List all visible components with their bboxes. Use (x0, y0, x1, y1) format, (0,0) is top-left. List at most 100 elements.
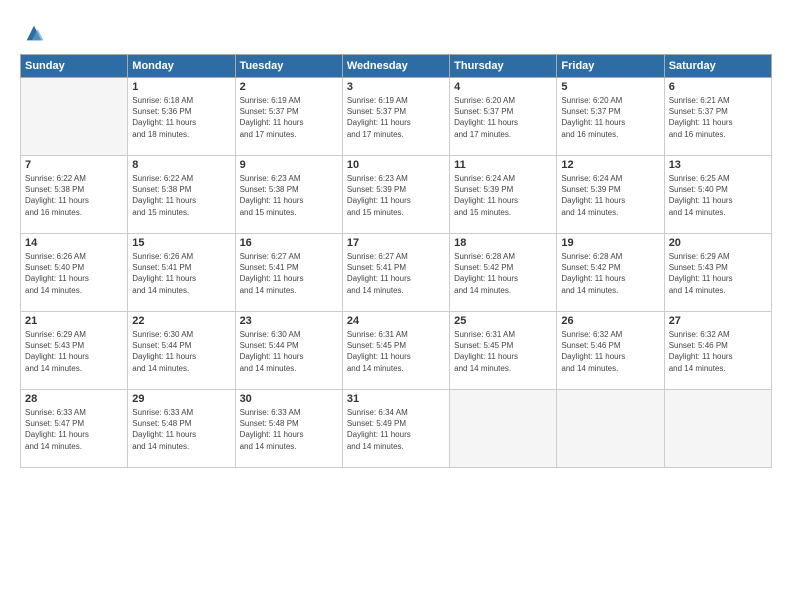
day-number: 22 (132, 315, 230, 327)
calendar-cell: 31 Sunrise: 6:34 AM Sunset: 5:49 PM Dayli… (342, 390, 449, 468)
calendar-cell: 12 Sunrise: 6:24 AM Sunset: 5:39 PM Dayli… (557, 156, 664, 234)
weekday-header-tuesday: Tuesday (235, 55, 342, 78)
day-info: Sunrise: 6:24 AM Sunset: 5:39 PM Dayligh… (454, 173, 552, 218)
day-info: Sunrise: 6:28 AM Sunset: 5:42 PM Dayligh… (454, 251, 552, 296)
day-number: 18 (454, 237, 552, 249)
day-info: Sunrise: 6:33 AM Sunset: 5:48 PM Dayligh… (240, 407, 338, 452)
calendar-cell: 29Sunrise: 6:33 AM Sunset: 5:48 PM Dayli… (128, 390, 235, 468)
calendar-cell: 21 Sunrise: 6:29 AM Sunset: 5:43 PM Dayli… (21, 312, 128, 390)
calendar-cell: 4Sunrise: 6:20 AM Sunset: 5:37 PM Daylig… (450, 78, 557, 156)
weekday-header-monday: Monday (128, 55, 235, 78)
day-info: Sunrise: 6:29 AM Sunset: 5:43 PM Dayligh… (25, 329, 123, 374)
day-number: 20 (669, 237, 767, 249)
day-number: 9 (240, 159, 338, 171)
day-number: 10 (347, 159, 445, 171)
day-number: 15 (132, 237, 230, 249)
day-number: 21 (25, 315, 123, 327)
day-number: 23 (240, 315, 338, 327)
weekday-header-saturday: Saturday (664, 55, 771, 78)
day-number: 3 (347, 81, 445, 93)
header (20, 18, 772, 44)
day-number: 11 (454, 159, 552, 171)
day-number: 4 (454, 81, 552, 93)
weekday-header-row: SundayMondayTuesdayWednesdayThursdayFrid… (21, 55, 772, 78)
day-info: Sunrise: 6:26 AM Sunset: 5:40 PM Dayligh… (25, 251, 123, 296)
logo (20, 22, 45, 44)
calendar-cell: 6 Sunrise: 6:21 AM Sunset: 5:37 PM Daylig… (664, 78, 771, 156)
calendar-cell: 3 Sunrise: 6:19 AM Sunset: 5:37 PM Daylig… (342, 78, 449, 156)
weekday-header-thursday: Thursday (450, 55, 557, 78)
week-row-4: 21 Sunrise: 6:29 AM Sunset: 5:43 PM Dayli… (21, 312, 772, 390)
day-info: Sunrise: 6:31 AM Sunset: 5:45 PM Dayligh… (454, 329, 552, 374)
day-number: 17 (347, 237, 445, 249)
weekday-header-friday: Friday (557, 55, 664, 78)
day-info: Sunrise: 6:27 AM Sunset: 5:41 PM Dayligh… (240, 251, 338, 296)
calendar-cell: 11 Sunrise: 6:24 AM Sunset: 5:39 PM Dayli… (450, 156, 557, 234)
calendar-cell (21, 78, 128, 156)
week-row-2: 7 Sunrise: 6:22 AM Sunset: 5:38 PM Daylig… (21, 156, 772, 234)
day-info: Sunrise: 6:20 AM Sunset: 5:37 PM Dayligh… (561, 95, 659, 140)
day-info: Sunrise: 6:30 AM Sunset: 5:44 PM Dayligh… (240, 329, 338, 374)
week-row-5: 28Sunrise: 6:33 AM Sunset: 5:47 PM Dayli… (21, 390, 772, 468)
calendar-cell: 25 Sunrise: 6:31 AM Sunset: 5:45 PM Dayli… (450, 312, 557, 390)
day-number: 26 (561, 315, 659, 327)
week-row-3: 14 Sunrise: 6:26 AM Sunset: 5:40 PM Dayli… (21, 234, 772, 312)
calendar-cell: 10Sunrise: 6:23 AM Sunset: 5:39 PM Dayli… (342, 156, 449, 234)
day-number: 5 (561, 81, 659, 93)
day-info: Sunrise: 6:33 AM Sunset: 5:47 PM Dayligh… (25, 407, 123, 452)
calendar-cell: 5 Sunrise: 6:20 AM Sunset: 5:37 PM Daylig… (557, 78, 664, 156)
day-number: 1 (132, 81, 230, 93)
week-row-1: 1 Sunrise: 6:18 AM Sunset: 5:36 PM Daylig… (21, 78, 772, 156)
day-info: Sunrise: 6:32 AM Sunset: 5:46 PM Dayligh… (561, 329, 659, 374)
day-info: Sunrise: 6:25 AM Sunset: 5:40 PM Dayligh… (669, 173, 767, 218)
logo-icon (23, 22, 45, 44)
day-number: 16 (240, 237, 338, 249)
day-info: Sunrise: 6:30 AM Sunset: 5:44 PM Dayligh… (132, 329, 230, 374)
calendar-cell (664, 390, 771, 468)
calendar-cell (450, 390, 557, 468)
day-info: Sunrise: 6:29 AM Sunset: 5:43 PM Dayligh… (669, 251, 767, 296)
calendar-cell: 28Sunrise: 6:33 AM Sunset: 5:47 PM Dayli… (21, 390, 128, 468)
day-number: 12 (561, 159, 659, 171)
day-info: Sunrise: 6:18 AM Sunset: 5:36 PM Dayligh… (132, 95, 230, 140)
day-info: Sunrise: 6:33 AM Sunset: 5:48 PM Dayligh… (132, 407, 230, 452)
calendar-cell: 27 Sunrise: 6:32 AM Sunset: 5:46 PM Dayli… (664, 312, 771, 390)
day-info: Sunrise: 6:28 AM Sunset: 5:42 PM Dayligh… (561, 251, 659, 296)
calendar-cell: 16 Sunrise: 6:27 AM Sunset: 5:41 PM Dayli… (235, 234, 342, 312)
day-info: Sunrise: 6:23 AM Sunset: 5:38 PM Dayligh… (240, 173, 338, 218)
day-number: 7 (25, 159, 123, 171)
day-info: Sunrise: 6:19 AM Sunset: 5:37 PM Dayligh… (240, 95, 338, 140)
day-info: Sunrise: 6:26 AM Sunset: 5:41 PM Dayligh… (132, 251, 230, 296)
calendar-cell: 22 Sunrise: 6:30 AM Sunset: 5:44 PM Dayli… (128, 312, 235, 390)
day-number: 27 (669, 315, 767, 327)
day-number: 19 (561, 237, 659, 249)
calendar-cell: 9 Sunrise: 6:23 AM Sunset: 5:38 PM Daylig… (235, 156, 342, 234)
day-number: 13 (669, 159, 767, 171)
day-info: Sunrise: 6:22 AM Sunset: 5:38 PM Dayligh… (132, 173, 230, 218)
calendar-cell: 17 Sunrise: 6:27 AM Sunset: 5:41 PM Dayli… (342, 234, 449, 312)
calendar-cell: 30 Sunrise: 6:33 AM Sunset: 5:48 PM Dayli… (235, 390, 342, 468)
calendar-cell: 18 Sunrise: 6:28 AM Sunset: 5:42 PM Dayli… (450, 234, 557, 312)
day-number: 31 (347, 393, 445, 405)
day-info: Sunrise: 6:27 AM Sunset: 5:41 PM Dayligh… (347, 251, 445, 296)
day-number: 14 (25, 237, 123, 249)
page: SundayMondayTuesdayWednesdayThursdayFrid… (0, 0, 792, 612)
day-info: Sunrise: 6:32 AM Sunset: 5:46 PM Dayligh… (669, 329, 767, 374)
day-info: Sunrise: 6:21 AM Sunset: 5:37 PM Dayligh… (669, 95, 767, 140)
day-info: Sunrise: 6:24 AM Sunset: 5:39 PM Dayligh… (561, 173, 659, 218)
calendar-cell: 7 Sunrise: 6:22 AM Sunset: 5:38 PM Daylig… (21, 156, 128, 234)
calendar-table: SundayMondayTuesdayWednesdayThursdayFrid… (20, 54, 772, 468)
day-info: Sunrise: 6:22 AM Sunset: 5:38 PM Dayligh… (25, 173, 123, 218)
calendar-cell: 8Sunrise: 6:22 AM Sunset: 5:38 PM Daylig… (128, 156, 235, 234)
day-number: 30 (240, 393, 338, 405)
day-number: 25 (454, 315, 552, 327)
day-number: 6 (669, 81, 767, 93)
day-info: Sunrise: 6:34 AM Sunset: 5:49 PM Dayligh… (347, 407, 445, 452)
day-info: Sunrise: 6:31 AM Sunset: 5:45 PM Dayligh… (347, 329, 445, 374)
day-info: Sunrise: 6:19 AM Sunset: 5:37 PM Dayligh… (347, 95, 445, 140)
calendar-cell: 2Sunrise: 6:19 AM Sunset: 5:37 PM Daylig… (235, 78, 342, 156)
calendar-cell: 20 Sunrise: 6:29 AM Sunset: 5:43 PM Dayli… (664, 234, 771, 312)
calendar-cell: 15 Sunrise: 6:26 AM Sunset: 5:41 PM Dayli… (128, 234, 235, 312)
calendar-cell: 13 Sunrise: 6:25 AM Sunset: 5:40 PM Dayli… (664, 156, 771, 234)
calendar-cell: 14 Sunrise: 6:26 AM Sunset: 5:40 PM Dayli… (21, 234, 128, 312)
